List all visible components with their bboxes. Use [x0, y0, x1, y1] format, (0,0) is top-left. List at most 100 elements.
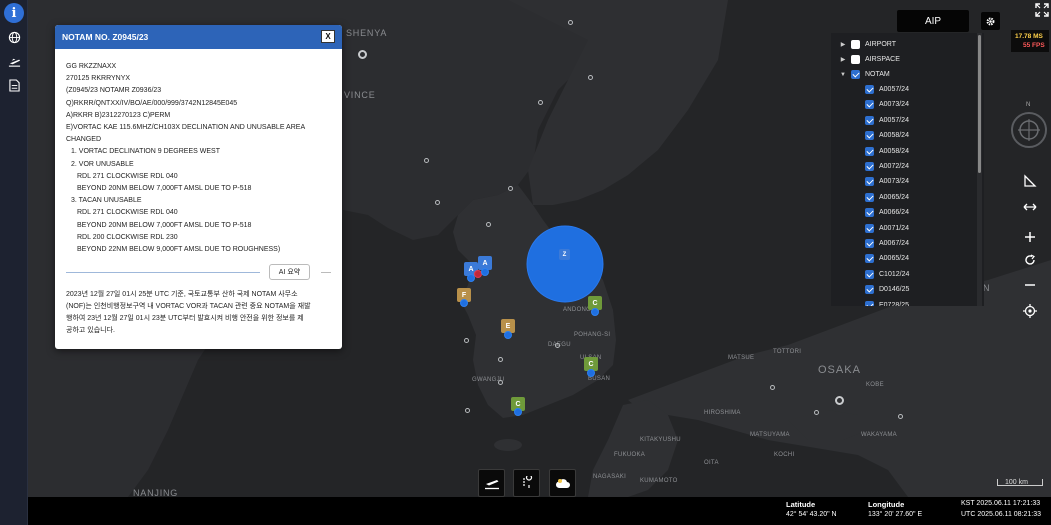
layer-checkbox[interactable] [865, 254, 874, 264]
layer-checkbox[interactable] [851, 55, 860, 64]
ai-summary-button[interactable]: AI 요약 [269, 264, 310, 281]
notam-marker[interactable]: Z [559, 249, 570, 260]
info-icon[interactable]: i [4, 3, 24, 23]
measure-distance-icon[interactable] [1021, 198, 1039, 216]
notam-layer-item[interactable]: D0146/25 [861, 282, 909, 297]
layer-checkbox[interactable] [851, 70, 860, 79]
location-pin [460, 299, 468, 307]
airplane-icon[interactable] [4, 51, 24, 71]
compass-icon [1018, 119, 1040, 141]
fps-counter: 55 FPS [1023, 42, 1045, 49]
flight-layer-button[interactable] [478, 469, 505, 497]
collapse-arrow-icon[interactable]: ▼ [839, 72, 847, 78]
layer-checkbox[interactable] [865, 146, 874, 156]
location-pin [504, 331, 512, 339]
settings-button[interactable] [981, 12, 1000, 30]
notam-layer-item[interactable]: A0065/24 [861, 190, 909, 205]
layer-checkbox[interactable] [865, 285, 874, 295]
notam-line: 3. TACAN UNUSABLE [71, 197, 142, 205]
zoom-out-icon[interactable] [1021, 276, 1039, 294]
layer-checkbox[interactable] [865, 239, 874, 248]
layer-group-notam[interactable]: ▼ NOTAM [839, 67, 890, 82]
aip-button[interactable]: AIP [897, 10, 969, 32]
layer-checkbox[interactable] [865, 131, 874, 141]
notam-layer-label: A0065/24 [879, 255, 909, 263]
city-marker [814, 410, 819, 415]
weather-layer-button[interactable] [549, 469, 576, 497]
notam-line: RDL 271 CLOCKWISE RDL 040 [77, 209, 178, 217]
layer-label: NOTAM [865, 71, 890, 78]
notam-layer-item[interactable]: E0728/25 [861, 298, 909, 306]
layer-checkbox[interactable] [865, 177, 874, 187]
notam-layer-item[interactable]: A0073/24 [861, 174, 909, 189]
zoom-in-icon[interactable] [1021, 228, 1039, 246]
notam-layer-label: A0057/24 [879, 116, 909, 124]
place-label: OITA [704, 460, 719, 466]
notam-layer-item[interactable]: A0058/24 [861, 144, 909, 159]
notam-line: GG RKZZNAXX [66, 63, 117, 70]
layer-checkbox[interactable] [865, 223, 874, 233]
notam-layer-item[interactable]: C1012/24 [861, 267, 909, 282]
notam-line: BEYOND 20NM BELOW 7,000FT AMSL DUE TO P-… [77, 185, 252, 193]
layer-checkbox[interactable] [865, 100, 874, 110]
refresh-icon[interactable] [1021, 251, 1039, 269]
notam-layer-item[interactable]: A0071/24 [861, 221, 909, 236]
fullscreen-icon[interactable] [1034, 2, 1050, 18]
notam-layer-item[interactable]: A0067/24 [861, 236, 909, 251]
city-marker [486, 222, 491, 227]
notam-layer-item[interactable]: A0057/24 [861, 113, 909, 128]
scrollbar-thumb[interactable] [978, 35, 981, 173]
notam-layer-item[interactable]: A0066/24 [861, 205, 909, 220]
notam-layer-item[interactable]: A0057/24 [861, 82, 909, 97]
layer-group-airspace[interactable]: ▶ AIRSPACE [839, 52, 900, 67]
layer-checkbox[interactable] [865, 162, 874, 171]
notam-line: BEYOND 22NM BELOW 9,000FT AMSL DUE TO RO… [77, 246, 281, 254]
notam-layer-item[interactable]: A0072/24 [861, 159, 909, 174]
notam-layer-item[interactable]: A0058/24 [861, 128, 909, 143]
measure-area-icon[interactable] [1021, 172, 1039, 190]
place-label: MATSUYAMA [750, 432, 790, 438]
notam-popup: NOTAM NO. Z0945/23 X GG RKZZNAXX 270125 … [55, 25, 342, 349]
place-label: VINCE [344, 90, 376, 100]
layer-checkbox[interactable] [865, 115, 874, 125]
compass-control[interactable] [1011, 112, 1047, 148]
route-layer-button[interactable] [513, 469, 540, 497]
notam-layer-item[interactable]: A0065/24 [861, 251, 909, 266]
place-label: FUKUOKA [614, 452, 646, 458]
notam-layer-label: C1012/24 [879, 270, 910, 278]
close-button[interactable]: X [321, 30, 335, 43]
cloud-icon [555, 479, 570, 488]
layer-checkbox[interactable] [865, 300, 874, 306]
expand-arrow-icon[interactable]: ▶ [839, 56, 847, 63]
notam-line: E)VORTAC KAE 115.6MHZ/CH103X DECLINATION… [66, 124, 306, 132]
globe-icon[interactable] [4, 27, 24, 47]
city-marker [835, 396, 844, 405]
place-label: OSAKA [818, 364, 861, 376]
summary-line: 2023년 12월 27일 01시 25분 UTC 기준, 국토교통부 산하 국… [66, 291, 298, 299]
place-label: NAGASAKI [593, 474, 627, 480]
kst-time: KST 2025.06.11 17:21:33 [961, 500, 1041, 507]
layer-checkbox[interactable] [865, 85, 874, 94]
utc-time: UTC 2025.06.11 08:21:33 [961, 511, 1042, 518]
notam-line: 1. VORTAC DECLINATION 9 DEGREES WEST [71, 148, 220, 156]
notam-layer-label: A0058/24 [879, 147, 909, 155]
notam-layer-item[interactable]: A0073/24 [861, 97, 909, 112]
place-label: KOCHI [774, 452, 795, 458]
expand-arrow-icon[interactable]: ▶ [839, 41, 847, 48]
place-label: HIROSHIMA [704, 410, 741, 416]
north-label: N [1026, 102, 1031, 108]
longitude-label: Longitude [868, 500, 905, 509]
layer-group-airport[interactable]: ▶ AIRPORT [839, 37, 896, 52]
city-marker [508, 186, 513, 191]
document-icon[interactable] [4, 75, 24, 95]
layer-checkbox[interactable] [865, 208, 874, 218]
notam-line: RDL 271 CLOCKWISE RDL 040 [77, 172, 178, 180]
place-label: KUMAMOTO [640, 478, 678, 484]
notam-line: RDL 200 CLOCKWISE RDL 230 [77, 233, 178, 241]
notam-layer-label: A0057/24 [879, 86, 909, 93]
notam-line: Q)RKRR/QNTXX/IV/BO/AE/000/999/3742N12845… [66, 99, 238, 107]
layer-checkbox[interactable] [865, 192, 874, 202]
layer-checkbox[interactable] [851, 40, 860, 49]
my-location-icon[interactable] [1021, 302, 1039, 320]
layer-checkbox[interactable] [865, 269, 874, 279]
